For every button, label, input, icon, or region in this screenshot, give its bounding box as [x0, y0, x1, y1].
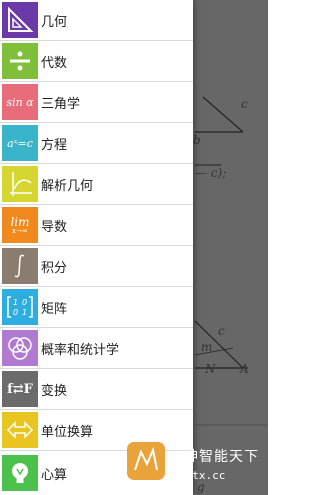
watermark-title: 八神智能天下: [169, 449, 259, 465]
menu-item-integral[interactable]: 积分: [0, 246, 193, 287]
lightbulb-icon: [2, 455, 38, 491]
menu-item-transform[interactable]: f⇄F 变换: [0, 369, 193, 410]
background-page: c b — c); c m N A g: [193, 0, 268, 495]
menu-item-label: 导数: [41, 219, 68, 235]
menu-item-label: 心算: [41, 467, 68, 483]
geometry-label-n: N: [205, 362, 216, 376]
limit-icon-text: lim: [10, 214, 30, 229]
limit-icon: lim x→∞: [2, 207, 38, 243]
geometry-label-c2: c: [218, 324, 225, 338]
menu-item-label: 几何: [41, 14, 68, 30]
limit-icon-subscript: x→∞: [12, 226, 28, 235]
menu-item-label: 矩阵: [41, 301, 68, 317]
double-arrow-icon: [2, 412, 38, 448]
integral-icon: [2, 248, 38, 284]
menu-item-matrix[interactable]: 1001 矩阵: [0, 287, 193, 328]
svg-text:1: 1: [22, 308, 27, 317]
menu-item-equations[interactable]: aˣ=c 方程: [0, 123, 193, 164]
menu-item-derivative[interactable]: lim x→∞ 导数: [0, 205, 193, 246]
venn-diagram-icon: [2, 330, 38, 366]
menu-item-label: 方程: [41, 137, 68, 153]
geometry-label-b: b: [193, 133, 201, 147]
geometry-label-a: A: [240, 362, 249, 376]
menu-item-label: 三角学: [41, 96, 81, 112]
background-geometry: [194, 96, 268, 426]
menu-item-label: 代数: [41, 55, 68, 71]
menu-item-geometry[interactable]: 几何: [0, 0, 193, 41]
svg-text:0: 0: [22, 298, 27, 307]
svg-text:1: 1: [13, 298, 18, 307]
svg-text:0: 0: [13, 308, 18, 317]
menu-item-algebra[interactable]: 代数: [0, 41, 193, 82]
geometry-formula-fragment: — c);: [195, 166, 227, 180]
divide-icon: [2, 43, 38, 79]
watermark: 八神智能天下 zntx.cc: [127, 442, 268, 492]
equation-icon: aˣ=c: [2, 125, 38, 161]
navigation-drawer: 几何 代数 sin α 三角学 aˣ=c 方程 解析几何 lim x→∞ 导数 …: [0, 0, 193, 495]
sin-alpha-icon: sin α: [2, 84, 38, 120]
menu-item-label: 积分: [41, 260, 68, 276]
watermark-url: zntx.cc: [179, 469, 226, 482]
watermark-logo-icon: [127, 442, 165, 480]
geometry-label-c: c: [241, 97, 248, 111]
transform-icon: f⇄F: [2, 371, 38, 407]
menu-item-trigonometry[interactable]: sin α 三角学: [0, 82, 193, 123]
triangle-ruler-icon: [2, 2, 38, 38]
menu-item-analytic-geometry[interactable]: 解析几何: [0, 164, 193, 205]
menu-item-probability-statistics[interactable]: 概率和统计学: [0, 328, 193, 369]
menu-item-label: 概率和统计学: [41, 342, 120, 358]
menu-item-label: 变换: [41, 383, 68, 399]
menu-item-label: 解析几何: [41, 178, 94, 194]
geometry-label-m: m: [201, 340, 213, 354]
matrix-icon: 1001: [2, 289, 38, 325]
coordinate-axes-icon: [2, 166, 38, 202]
menu-item-label: 单位换算: [41, 424, 94, 440]
